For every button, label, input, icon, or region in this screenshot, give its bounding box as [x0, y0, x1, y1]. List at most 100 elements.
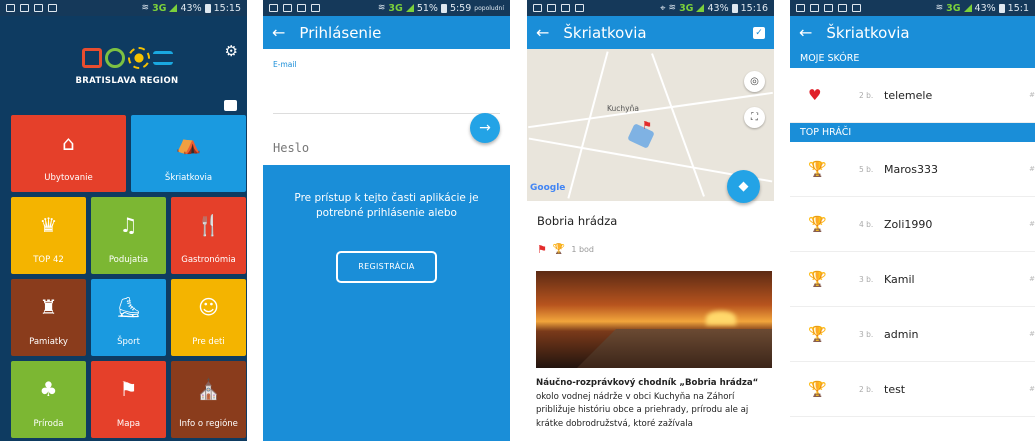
tile-8[interactable]: ♣ Príroda	[11, 361, 86, 438]
fullscreen-icon: ⛶	[751, 112, 758, 123]
network-type: 3G	[152, 2, 167, 14]
register-button[interactable]: REGISTRÁCIA	[336, 251, 437, 283]
status-bar: ≋ 3G 43% 15:1	[790, 0, 1035, 16]
trophy-icon: 🏆	[808, 270, 827, 288]
trophy-icon: 🏆	[808, 325, 827, 343]
player-row: 🏆 4 b. Zoli1990 #	[790, 197, 1035, 252]
tile-label: Ubytovanie	[44, 173, 93, 183]
signal-icon	[169, 4, 178, 12]
password-field[interactable]: Heslo	[273, 141, 309, 155]
login-screen: ≋ 3G 51% 5:59 popoludní ← Prihlásenie E-…	[263, 0, 510, 441]
chat-icon[interactable]	[224, 100, 237, 111]
fork-knife-icon: 🍴	[196, 213, 221, 237]
back-arrow-icon[interactable]: ←	[536, 23, 549, 42]
score-points: 3 b.	[859, 329, 874, 339]
instagram-icon	[838, 4, 847, 12]
place-meta: ⚑ 🏆 1 bod	[537, 243, 774, 256]
screenshot-stage: ≋ 3G 43% 15:15 BRATISLAVA REGION ⚙ ⌂ Ubyt…	[0, 0, 1035, 441]
wifi-icon: ≋	[377, 3, 386, 13]
player-row: 🏆 5 b. Maros333 #	[790, 142, 1035, 197]
player-name: Zoli1990	[884, 217, 933, 231]
registration-panel: Pre prístup k tejto časti aplikácie je p…	[263, 165, 510, 441]
directions-icon: ◆	[738, 179, 749, 194]
player-name: test	[884, 382, 906, 396]
battery-icon	[440, 3, 447, 13]
crosshair-icon: ◎	[750, 76, 759, 87]
player-name: admin	[884, 327, 919, 341]
tile-label: Gastronómia	[181, 255, 236, 265]
battery-icon	[998, 3, 1005, 13]
image-icon	[533, 4, 542, 12]
tile-1[interactable]: ⛺ Škriatkovia	[131, 115, 246, 192]
score-points: 2 b.	[859, 90, 874, 100]
map-flag-icon: ⚑	[119, 377, 138, 401]
bag-icon	[852, 4, 861, 12]
bag-icon	[48, 4, 57, 12]
player-name: Kamil	[884, 272, 915, 286]
email-field[interactable]	[273, 113, 500, 114]
trophy-icon: 🏆	[808, 215, 827, 233]
dwarf-detail-screen: ⌖ ≋ 3G 43% 15:16 ← Škriatkovia ✓ Kuchyňa	[527, 0, 774, 441]
rank-label: #	[1029, 275, 1035, 283]
back-arrow-icon[interactable]: ←	[799, 23, 812, 42]
place-photo	[536, 271, 772, 368]
instagram-icon	[269, 4, 278, 12]
directions-button[interactable]: ◆	[727, 170, 760, 203]
tile-label: Šport	[117, 337, 140, 347]
tile-label: Podujatia	[108, 255, 149, 265]
tile-4[interactable]: 🍴 Gastronómia	[171, 197, 246, 274]
fullscreen-button[interactable]: ⛶	[744, 107, 765, 128]
tile-label: Pamiatky	[29, 337, 68, 347]
map-flag-icon[interactable]: ⚑	[642, 119, 652, 132]
tile-label: Škriatkovia	[164, 173, 213, 183]
crown-icon: ♛	[39, 213, 58, 237]
access-message: Pre prístup k tejto časti aplikácie je p…	[294, 192, 479, 219]
bratislava-region-logo: BRATISLAVA REGION	[72, 44, 182, 86]
rank-label: #	[1029, 385, 1035, 393]
tile-5[interactable]: ♜ Pamiatky	[11, 279, 86, 356]
battery-percent: 43%	[974, 2, 996, 14]
trophy-icon: 🏆	[552, 244, 566, 255]
tile-2[interactable]: ♛ TOP 42	[11, 197, 86, 274]
tile-0[interactable]: ⌂ Ubytovanie	[11, 115, 126, 192]
clock: 5:59	[449, 2, 472, 14]
tile-10[interactable]: ⛪ Info o regióne	[171, 361, 246, 438]
score-points: 2 b.	[859, 384, 874, 394]
rank-label: #	[1029, 220, 1035, 228]
rank-label: #	[1029, 91, 1035, 99]
points-label: 1 bod	[571, 245, 595, 254]
battery-icon	[731, 3, 738, 13]
battery-percent: 51%	[416, 2, 438, 14]
back-arrow-icon[interactable]: ←	[272, 23, 285, 42]
tile-9[interactable]: ⚑ Mapa	[91, 361, 166, 438]
image-icon	[311, 4, 320, 12]
tile-label: TOP 42	[33, 255, 64, 265]
score-points: 3 b.	[859, 274, 874, 284]
top-players-header: TOP HRÁČI	[790, 123, 1035, 142]
tile-row: ♛ TOP 42 ♫ Podujatia 🍴 Gastronómia	[11, 197, 246, 274]
clock: 15:15	[213, 2, 241, 14]
place-description: Náučno-rozprávkový chodník „Bobria hrádz…	[536, 377, 771, 431]
player-row: 🏆 3 b. Kamil #	[790, 252, 1035, 307]
battery-icon	[204, 3, 211, 13]
map-town-label: Kuchyňa	[607, 104, 639, 113]
wifi-icon: ≋	[141, 3, 150, 13]
castle-icon: ♜	[39, 295, 58, 319]
tile-6[interactable]: ⛸ Šport	[91, 279, 166, 356]
tile-label: Pre deti	[192, 337, 225, 347]
tile-row: ⌂ Ubytovanie ⛺ Škriatkovia	[11, 115, 246, 192]
trophy-icon: 🏆	[808, 380, 827, 398]
signal-icon	[963, 4, 972, 12]
gear-icon[interactable]: ⚙	[225, 42, 238, 60]
arrow-right-icon: →	[479, 120, 491, 136]
wifi-icon: ≋	[668, 3, 677, 13]
submit-button[interactable]: →	[470, 113, 500, 143]
mail-icon	[20, 4, 29, 12]
player-name: Maros333	[884, 162, 938, 176]
status-bar: ≋ 3G 43% 15:15	[0, 0, 247, 16]
tile-3[interactable]: ♫ Podujatia	[91, 197, 166, 274]
checked-badge-icon[interactable]: ✓	[753, 26, 765, 39]
tile-7[interactable]: ☺ Pre deti	[171, 279, 246, 356]
my-location-button[interactable]: ◎	[744, 71, 765, 92]
signal-icon	[405, 4, 414, 12]
